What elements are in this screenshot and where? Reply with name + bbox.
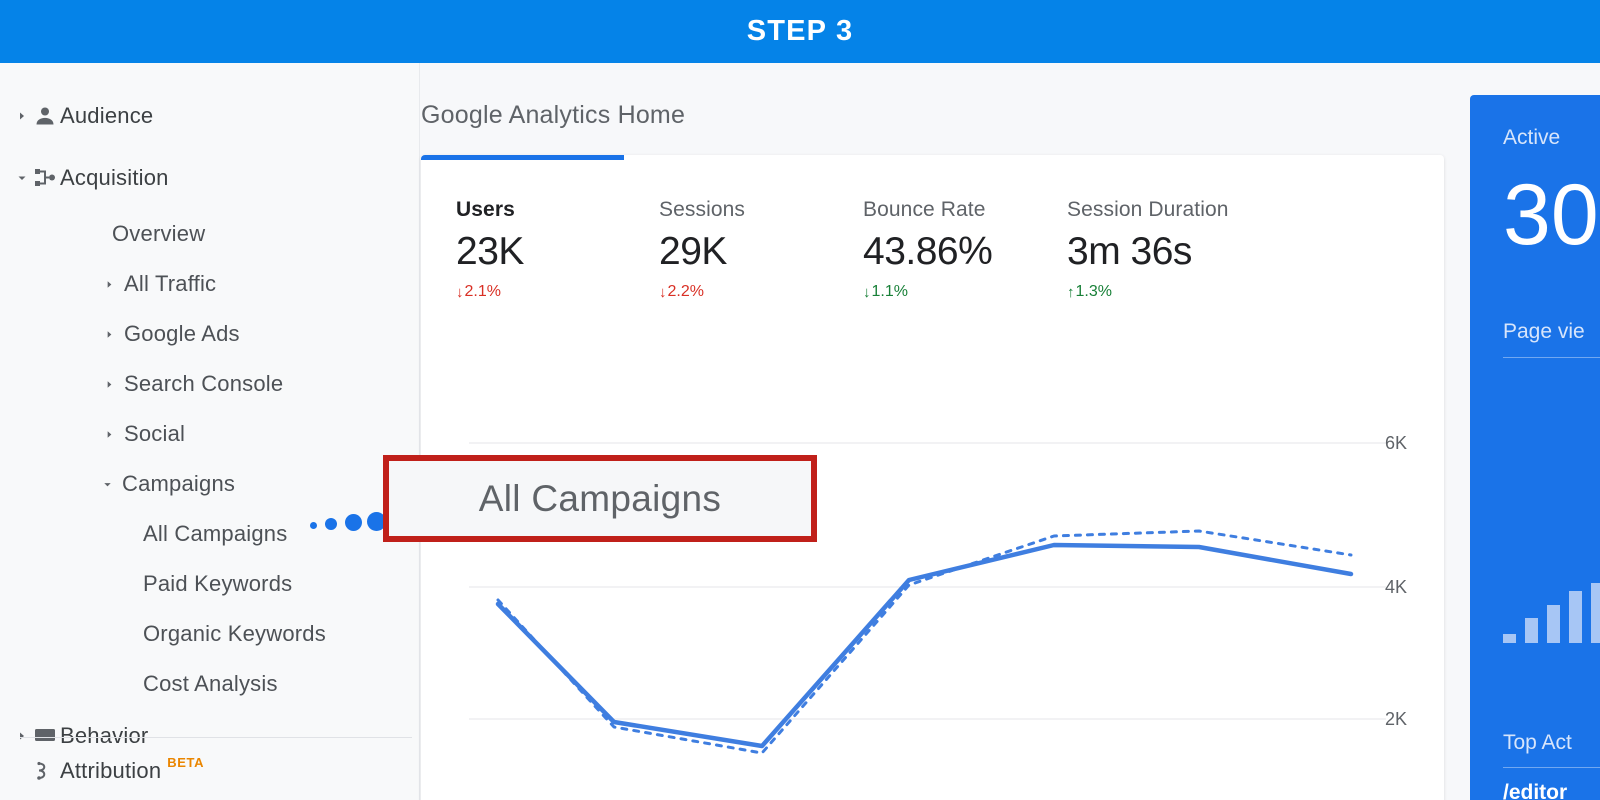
sidebar-item-all-campaigns[interactable]: All Campaigns: [143, 516, 287, 552]
page-body: Audience Acquisition Overview All Traffi…: [0, 63, 1600, 800]
chevron-right-icon[interactable]: [14, 108, 30, 124]
metric-label: Bounce Rate: [863, 198, 986, 221]
step-banner: STEP 3: [0, 0, 1600, 63]
chevron-right-icon[interactable]: [101, 426, 117, 442]
sidebar-item-search-console[interactable]: Search Console: [101, 366, 283, 402]
metric-label: Sessions: [659, 198, 746, 221]
person-icon: [30, 101, 60, 131]
active-users-label: Active: [1503, 126, 1561, 149]
sidebar-item-label: Overview: [112, 221, 206, 246]
metric-tile-users[interactable]: Users 23K ↓ 2.1%: [456, 198, 524, 301]
sidebar-item-behavior[interactable]: Behavior: [14, 718, 148, 754]
sidebar-item-label: Google Ads: [124, 321, 240, 346]
sidebar-item-organic-keywords[interactable]: Organic Keywords: [143, 616, 326, 652]
sidebar-item-label: Search Console: [124, 371, 284, 396]
sidebar-item-overview[interactable]: Overview: [112, 216, 205, 252]
metric-value: 23K: [456, 230, 524, 273]
bar: [1525, 618, 1538, 643]
sidebar-item-label: Organic Keywords: [143, 621, 326, 646]
pageviews-label: Page vie: [1503, 320, 1585, 343]
sidebar-item-label: All Traffic: [124, 271, 217, 296]
pointer-dot: [345, 514, 362, 531]
sidebar-item-label: Paid Keywords: [143, 571, 293, 596]
metric-delta-value: 1.1%: [871, 283, 908, 300]
chart-series-solid: [495, 542, 1354, 749]
screenshot-root: STEP 3 Audience Acquisition Overview All…: [0, 0, 1600, 800]
metric-delta: ↓ 1.1%: [863, 283, 992, 301]
sidebar-item-campaigns[interactable]: Campaigns: [99, 466, 235, 502]
metric-tile-bounce-rate[interactable]: Bounce Rate 43.86% ↓ 1.1%: [863, 198, 993, 301]
callout-box: All Campaigns: [383, 455, 817, 542]
sidebar-item-acquisition[interactable]: Acquisition: [14, 160, 169, 196]
sidebar-item-label: Social: [124, 421, 186, 446]
top-active-pages-label: Top Act: [1503, 731, 1572, 754]
step-banner-title: STEP 3: [746, 15, 854, 47]
y-axis-tick-4k: 4K: [1384, 577, 1407, 597]
caret-placeholder: [14, 763, 30, 779]
metric-tiles: Users 23K ↓ 2.1% Sessions 29K ↓ 2.2% Bou…: [421, 160, 1444, 340]
metric-delta-value: 2.1%: [464, 283, 501, 300]
chevron-right-icon[interactable]: [101, 276, 117, 292]
metric-tile-sessions[interactable]: Sessions 29K ↓ 2.2%: [659, 198, 745, 301]
active-users-value: 30: [1503, 167, 1599, 263]
metric-delta: ↓ 2.1%: [456, 283, 524, 301]
sidebar-item-paid-keywords[interactable]: Paid Keywords: [143, 566, 292, 602]
metric-delta: ↑ 1.3%: [1067, 283, 1229, 301]
arrow-down-icon: ↓: [456, 283, 464, 301]
chevron-down-icon[interactable]: [14, 170, 30, 186]
sidebar-item-label: Acquisition: [60, 165, 169, 190]
divider-top-pages: [1503, 767, 1600, 768]
callout-label: All Campaigns: [478, 477, 722, 519]
sidebar-item-cost-analysis[interactable]: Cost Analysis: [143, 666, 278, 702]
metric-label: Session Duration: [1067, 198, 1229, 221]
metric-value: 43.86%: [863, 230, 993, 273]
metric-value: 3m 36s: [1067, 230, 1192, 273]
bar: [1591, 583, 1600, 643]
bar: [1547, 605, 1560, 643]
acquisition-icon: [30, 163, 60, 193]
sidebar: Audience Acquisition Overview All Traffi…: [0, 63, 420, 800]
y-axis-tick-2k: 2K: [1384, 709, 1407, 729]
sidebar-item-all-traffic[interactable]: All Traffic: [101, 266, 216, 302]
sidebar-item-label: Cost Analysis: [143, 671, 278, 696]
sidebar-item-google-ads[interactable]: Google Ads: [101, 316, 240, 352]
metric-tile-session-duration[interactable]: Session Duration 3m 36s ↑ 1.3%: [1067, 198, 1229, 301]
metric-value: 29K: [659, 230, 727, 273]
pointer-dot: [325, 518, 337, 530]
metric-delta-value: 1.3%: [1075, 283, 1112, 300]
sidebar-item-label: Campaigns: [122, 471, 236, 496]
divider-pageviews: [1503, 357, 1600, 358]
chevron-down-icon[interactable]: [99, 476, 115, 492]
sidebar-item-audience[interactable]: Audience: [14, 98, 153, 134]
chevron-right-icon[interactable]: [101, 376, 117, 392]
arrow-up-icon: ↑: [1067, 283, 1075, 301]
metric-delta-value: 2.2%: [667, 283, 704, 300]
chart-series-dotted: [496, 529, 1353, 755]
behavior-icon: [30, 721, 60, 751]
sidebar-item-label: Behavior: [60, 723, 149, 748]
top-page-item[interactable]: /editor: [1503, 781, 1567, 800]
attribution-icon: [30, 756, 60, 786]
arrow-down-icon: ↓: [659, 283, 667, 301]
pageviews-bar-chart: [1503, 573, 1600, 643]
sidebar-item-label: Attribution: [60, 758, 162, 783]
chevron-right-icon[interactable]: [101, 326, 117, 342]
arrow-down-icon: ↓: [863, 283, 871, 301]
sidebar-item-label: All Campaigns: [143, 521, 288, 546]
sidebar-item-attribution[interactable]: Attribution BETA: [14, 753, 204, 789]
sidebar-divider: [20, 737, 412, 738]
page-title: Google Analytics Home: [421, 101, 686, 129]
pointer-dot: [310, 522, 317, 529]
y-axis-tick-6k: 6K: [1384, 433, 1407, 453]
beta-badge: BETA: [167, 755, 205, 770]
sidebar-item-label: Audience: [60, 103, 154, 128]
metric-delta: ↓ 2.2%: [659, 283, 745, 301]
bar: [1569, 591, 1582, 643]
metric-label: Users: [456, 198, 515, 221]
bar: [1503, 634, 1516, 643]
realtime-panel: Active 30 Page vie Top Act /editor / /bl…: [1470, 95, 1600, 800]
chevron-right-icon[interactable]: [14, 728, 30, 744]
sidebar-item-social[interactable]: Social: [101, 416, 185, 452]
